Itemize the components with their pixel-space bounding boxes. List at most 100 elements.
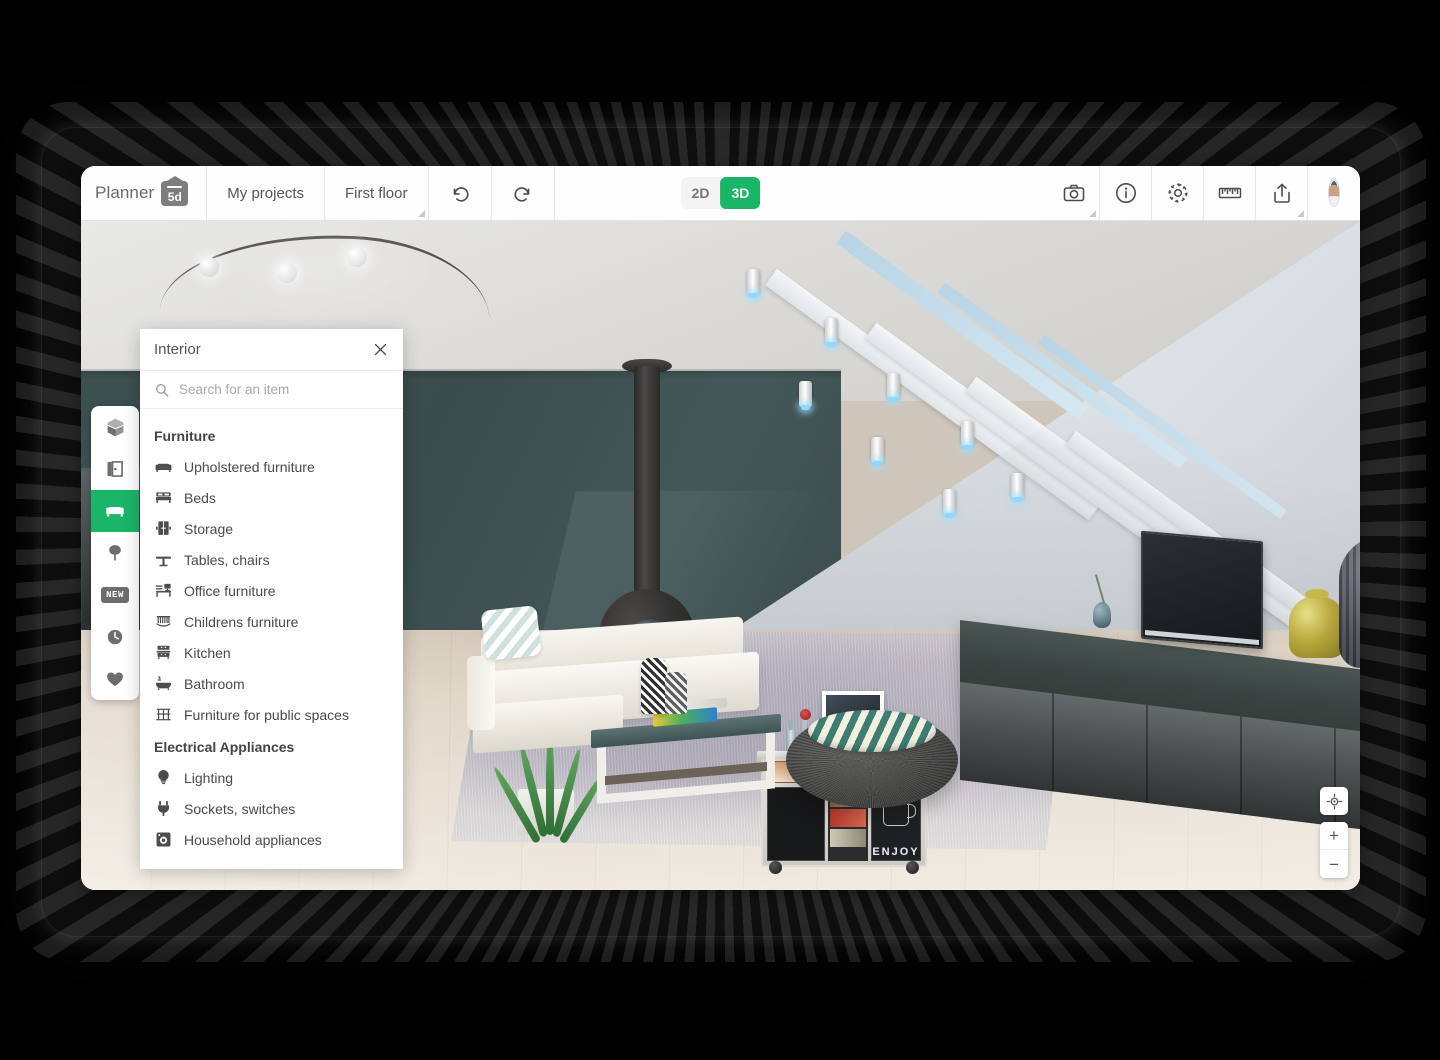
catalog-item-office-furniture[interactable]: Office furniture (140, 575, 403, 606)
catalog-item-label: Childrens furniture (184, 614, 298, 630)
cabinet-wheel (906, 861, 919, 874)
crosshair-icon (1326, 793, 1343, 810)
catalog-item-label: Tables, chairs (184, 552, 270, 568)
catalog-item-label: Bathroom (184, 676, 245, 692)
view-mode-toggle[interactable]: 2D 3D (681, 177, 761, 209)
undo-arrow-icon (449, 182, 471, 204)
search-input[interactable] (179, 382, 389, 397)
info-button[interactable] (1100, 166, 1152, 220)
zoom-out-button[interactable]: − (1320, 850, 1348, 878)
user-account-button[interactable] (1308, 166, 1360, 220)
catalog-group-title: Electrical Appliances (140, 730, 403, 762)
ruler-icon (1217, 181, 1243, 205)
avatar (1328, 179, 1340, 207)
catalog-search-row[interactable] (140, 371, 403, 409)
catalog-item-storage[interactable]: Storage (140, 513, 403, 544)
chevron-pillow[interactable] (481, 605, 542, 661)
pendant-lamp (347, 247, 367, 267)
spotlight (871, 437, 884, 463)
redo-button[interactable] (492, 166, 555, 220)
measure-button[interactable] (1204, 166, 1256, 220)
heart-icon (105, 669, 125, 689)
stove-flue-pipe (634, 366, 660, 601)
planner5d-app-window: Planner 5d My projects First floor (81, 166, 1360, 890)
close-icon[interactable] (372, 341, 389, 358)
zoom-stack: + − (1320, 822, 1348, 878)
sidebar-item-outdoor[interactable] (91, 532, 139, 574)
first-floor-selector[interactable]: First floor (325, 166, 429, 220)
catalog-item-sockets-switches[interactable]: Sockets, switches (140, 793, 403, 824)
catalog-item-kitchen[interactable]: Kitchen (140, 637, 403, 668)
catalog-item-label: Sockets, switches (184, 801, 295, 817)
spotlight (825, 318, 838, 344)
plant-pot[interactable] (518, 789, 574, 835)
scene-viewport-3d[interactable]: ENJOY (81, 221, 1360, 890)
gold-vase[interactable] (1289, 596, 1345, 658)
catalog-group-title: Furniture (140, 419, 403, 451)
my-projects-button[interactable]: My projects (207, 166, 325, 220)
gear-icon (1166, 181, 1190, 205)
spotlight (799, 381, 812, 407)
kitchen-cabinet-icon (154, 643, 173, 662)
catalog-item-label: Office furniture (184, 583, 276, 599)
spotlight (887, 373, 900, 399)
sidebar-item-interior[interactable] (91, 490, 139, 532)
walls-icon (105, 417, 126, 438)
small-glass-vase (1093, 602, 1111, 628)
catalog-item-label: Storage (184, 521, 233, 537)
plug-icon (154, 799, 173, 818)
catalog-item-household-appliances[interactable]: Household appliances (140, 824, 403, 855)
catalog-item-label: Kitchen (184, 645, 231, 661)
undo-button[interactable] (429, 166, 492, 220)
catalog-item-furniture-public-spaces[interactable]: Furniture for public spaces (140, 699, 403, 730)
catalog-item-upholstered-furniture[interactable]: Upholstered furniture (140, 451, 403, 482)
catalog-item-beds[interactable]: Beds (140, 482, 403, 513)
info-icon (1114, 181, 1138, 205)
logo-badge-icon: 5d (161, 181, 188, 206)
interior-catalog-panel: Interior (140, 329, 403, 869)
settings-button[interactable] (1152, 166, 1204, 220)
pouf-cushion (808, 710, 936, 752)
bed-icon (154, 488, 173, 507)
recenter-button[interactable] (1320, 787, 1348, 815)
clock-icon (105, 627, 125, 647)
zoom-in-button[interactable]: + (1320, 822, 1348, 850)
flat-screen-tv[interactable] (1141, 531, 1263, 650)
sidebar-item-favorites[interactable] (91, 658, 139, 700)
view-3d-button[interactable]: 3D (721, 177, 761, 209)
camera-icon (1062, 181, 1086, 205)
sidebar-item-new[interactable]: NEW (91, 574, 139, 616)
patterned-vase[interactable] (641, 658, 667, 714)
spotlight (961, 421, 974, 447)
share-icon (1270, 181, 1294, 205)
share-button[interactable] (1256, 166, 1308, 220)
my-projects-label: My projects (227, 185, 304, 202)
sidebar-item-doors-windows[interactable] (91, 448, 139, 490)
top-toolbar: Planner 5d My projects First floor (81, 166, 1360, 221)
patterned-vase-small[interactable] (665, 672, 687, 714)
app-logo[interactable]: Planner 5d (81, 166, 207, 220)
wardrobe-icon (154, 519, 173, 538)
crib-icon (154, 612, 173, 631)
logo-text: Planner (95, 183, 154, 203)
lightbulb-icon (154, 768, 173, 787)
logo-badge-text: 5d (168, 191, 182, 203)
new-badge: NEW (101, 587, 129, 603)
catalog-item-tables-chairs[interactable]: Tables, chairs (140, 544, 403, 575)
sidebar-item-construction[interactable] (91, 406, 139, 448)
viewport-controls: + − (1320, 787, 1348, 878)
sidebar-item-recent[interactable] (91, 616, 139, 658)
pendant-lamp (277, 263, 297, 283)
sofa-armrest (467, 656, 495, 730)
bathtub-icon (154, 674, 173, 693)
catalog-item-label: Lighting (184, 770, 233, 786)
catalog-item-bathroom[interactable]: Bathroom (140, 668, 403, 699)
screen: Planner 5d My projects First floor (0, 0, 1440, 1060)
catalog-title: Interior (154, 341, 201, 358)
pendant-lamp (199, 257, 219, 277)
catalog-item-childrens-furniture[interactable]: Childrens furniture (140, 606, 403, 637)
chalkboard-text: ENJOY (872, 846, 919, 858)
view-2d-button[interactable]: 2D (681, 177, 721, 209)
camera-button[interactable] (1048, 166, 1100, 220)
catalog-item-lighting[interactable]: Lighting (140, 762, 403, 793)
